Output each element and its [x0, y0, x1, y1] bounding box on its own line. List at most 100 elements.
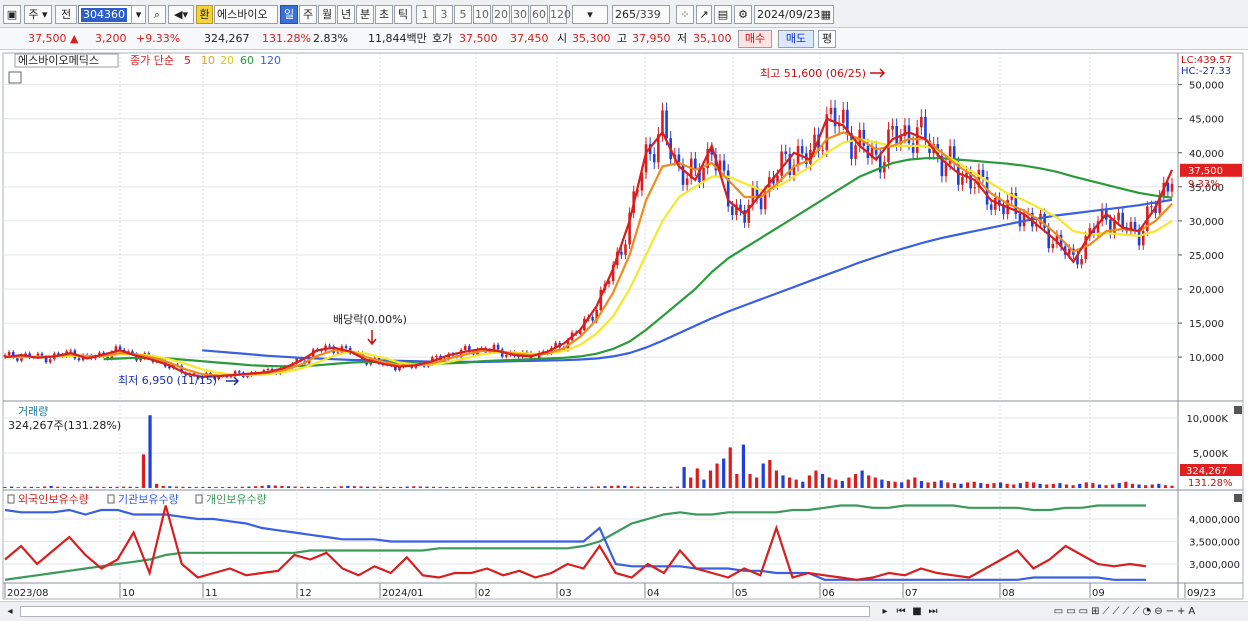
scroll-right-icon[interactable]: ▸: [878, 604, 892, 619]
volume-bar: [62, 486, 66, 488]
volume-bar: [985, 483, 989, 488]
x-tick-label: 12: [299, 588, 312, 599]
volume-bar: [820, 474, 825, 488]
period-button[interactable]: 일: [280, 5, 298, 24]
candle-body: [652, 154, 656, 163]
volume-bar: [695, 468, 699, 488]
eval-button[interactable]: 평: [818, 30, 836, 48]
volume-bar: [346, 485, 350, 488]
candle-body: [1121, 212, 1124, 228]
toolbar: ▣ 주 ▾ 전 304360 ▾ ⌕ ◀▾ 환 에스바이오 일주월년분초틱 13…: [0, 0, 1248, 28]
change-pct-label: +9.33%: [136, 32, 181, 45]
drawing-tools-icon[interactable]: ▭▭▭⊞⟋⟋⟋⟋◔⊖−+A: [1026, 604, 1226, 619]
interval-button[interactable]: 20: [492, 5, 510, 24]
volume-bar: [445, 486, 449, 488]
volume-bar: [372, 486, 376, 488]
crosshair-icon[interactable]: ↗: [696, 5, 712, 24]
last-volume-pct: 131.28%: [1188, 478, 1233, 489]
x-tick-label: 09: [1092, 588, 1105, 599]
volume-bar: [1097, 484, 1102, 488]
volume-bar: [952, 483, 957, 488]
interval-button[interactable]: 120: [549, 5, 571, 24]
interval-button[interactable]: 3: [435, 5, 453, 24]
candle-body: [77, 358, 81, 361]
volume-bar: [155, 483, 159, 488]
volume-bar: [9, 486, 14, 488]
interval-button[interactable]: 1: [416, 5, 434, 24]
x-tick-label: 07: [905, 588, 918, 599]
calendar-icon[interactable]: ▦: [821, 6, 831, 23]
holdings-legend-item: 개인보유수량: [206, 493, 267, 506]
volume-bar: [1163, 485, 1168, 488]
candle-body: [1150, 206, 1153, 208]
window-icon[interactable]: ▣: [3, 5, 21, 24]
y-tick-label: 40,000: [1189, 149, 1224, 160]
volume-bar: [333, 486, 337, 488]
volume-bar: [1005, 483, 1009, 488]
gear-icon[interactable]: ⚙: [734, 5, 752, 24]
period-button[interactable]: 년: [337, 5, 355, 24]
candle-body: [665, 110, 668, 139]
ma-legend-prefix: 종가 단순: [130, 54, 174, 67]
volume-bar: [702, 479, 706, 488]
high-label: 고: [617, 32, 628, 45]
chart-area: 2023/08 10 11 12 2024/01 02 03 04 05 06 07 08 09 09/2…: [0, 51, 1248, 601]
period-button[interactable]: 주: [299, 5, 317, 24]
interval-button[interactable]: 5: [454, 5, 472, 24]
next-icon[interactable]: ⏭: [926, 604, 940, 619]
chart-svg[interactable]: 2023/08 10 11 12 2024/01 02 03 04 05 06 07 08 09 09/2…: [0, 51, 1248, 601]
prev-button[interactable]: 전: [55, 5, 77, 24]
volume-bar: [1150, 484, 1154, 488]
volume-bar: [1064, 484, 1069, 488]
stop-icon[interactable]: ■: [910, 604, 924, 619]
volume-bar: [148, 415, 152, 488]
period-button[interactable]: 초: [375, 5, 393, 24]
currency-button[interactable]: 환: [196, 5, 213, 24]
buy-button[interactable]: 매수: [738, 30, 772, 48]
volume-bar: [253, 486, 258, 488]
interval-select[interactable]: ▾: [572, 5, 608, 24]
count-field[interactable]: 265/339: [612, 5, 670, 24]
candle-body: [891, 126, 894, 130]
search-icon[interactable]: ⌕: [148, 5, 166, 24]
speaker-icon[interactable]: ◀▾: [168, 5, 194, 24]
date-field[interactable]: 2024/09/23 ▦: [754, 5, 834, 24]
volume-bar: [1018, 483, 1022, 488]
x-tick-label: 09/23: [1187, 588, 1216, 599]
volume-bar: [1012, 484, 1016, 488]
candle-body: [944, 163, 948, 177]
scroll-left-icon[interactable]: ◂: [4, 604, 16, 619]
volume-bar: [933, 481, 937, 488]
volume-bar: [23, 486, 27, 488]
volume-bar: [603, 486, 607, 488]
volume-bar: [616, 485, 620, 488]
holdings-legend-item: 기관보유수량: [118, 493, 179, 506]
volume-title: 거래량: [18, 405, 48, 418]
sell-button[interactable]: 매도: [778, 30, 814, 48]
candle-body: [69, 350, 73, 352]
save-icon[interactable]: ▤: [714, 5, 732, 24]
date-value: 2024/09/23: [757, 8, 821, 21]
interval-button[interactable]: 30: [511, 5, 529, 24]
x-tick-label: 05: [735, 588, 748, 599]
code-dropdown-icon[interactable]: ▾: [131, 5, 146, 24]
mode-select[interactable]: 주 ▾: [24, 5, 52, 24]
mode-label: 주: [28, 8, 39, 21]
candle-body: [924, 116, 927, 141]
candle-body: [492, 344, 496, 350]
volume-bar: [735, 474, 739, 488]
period-button[interactable]: 월: [318, 5, 336, 24]
first-icon[interactable]: ⏮: [894, 604, 908, 619]
interval-button[interactable]: 60: [530, 5, 548, 24]
interval-button[interactable]: 10: [473, 5, 491, 24]
candle-body: [48, 359, 52, 363]
holdings-tick-label: 3,500,000: [1189, 538, 1240, 549]
period-button[interactable]: 틱: [394, 5, 412, 24]
candle-body: [981, 169, 985, 178]
stock-name-field[interactable]: 에스바이오: [214, 5, 278, 24]
grid-icon[interactable]: ⁘: [676, 5, 694, 24]
scrollbar-track[interactable]: [20, 606, 870, 617]
period-button[interactable]: 분: [356, 5, 374, 24]
table-icon: [8, 71, 22, 84]
vol-tick-label: 5,000K: [1193, 449, 1229, 460]
